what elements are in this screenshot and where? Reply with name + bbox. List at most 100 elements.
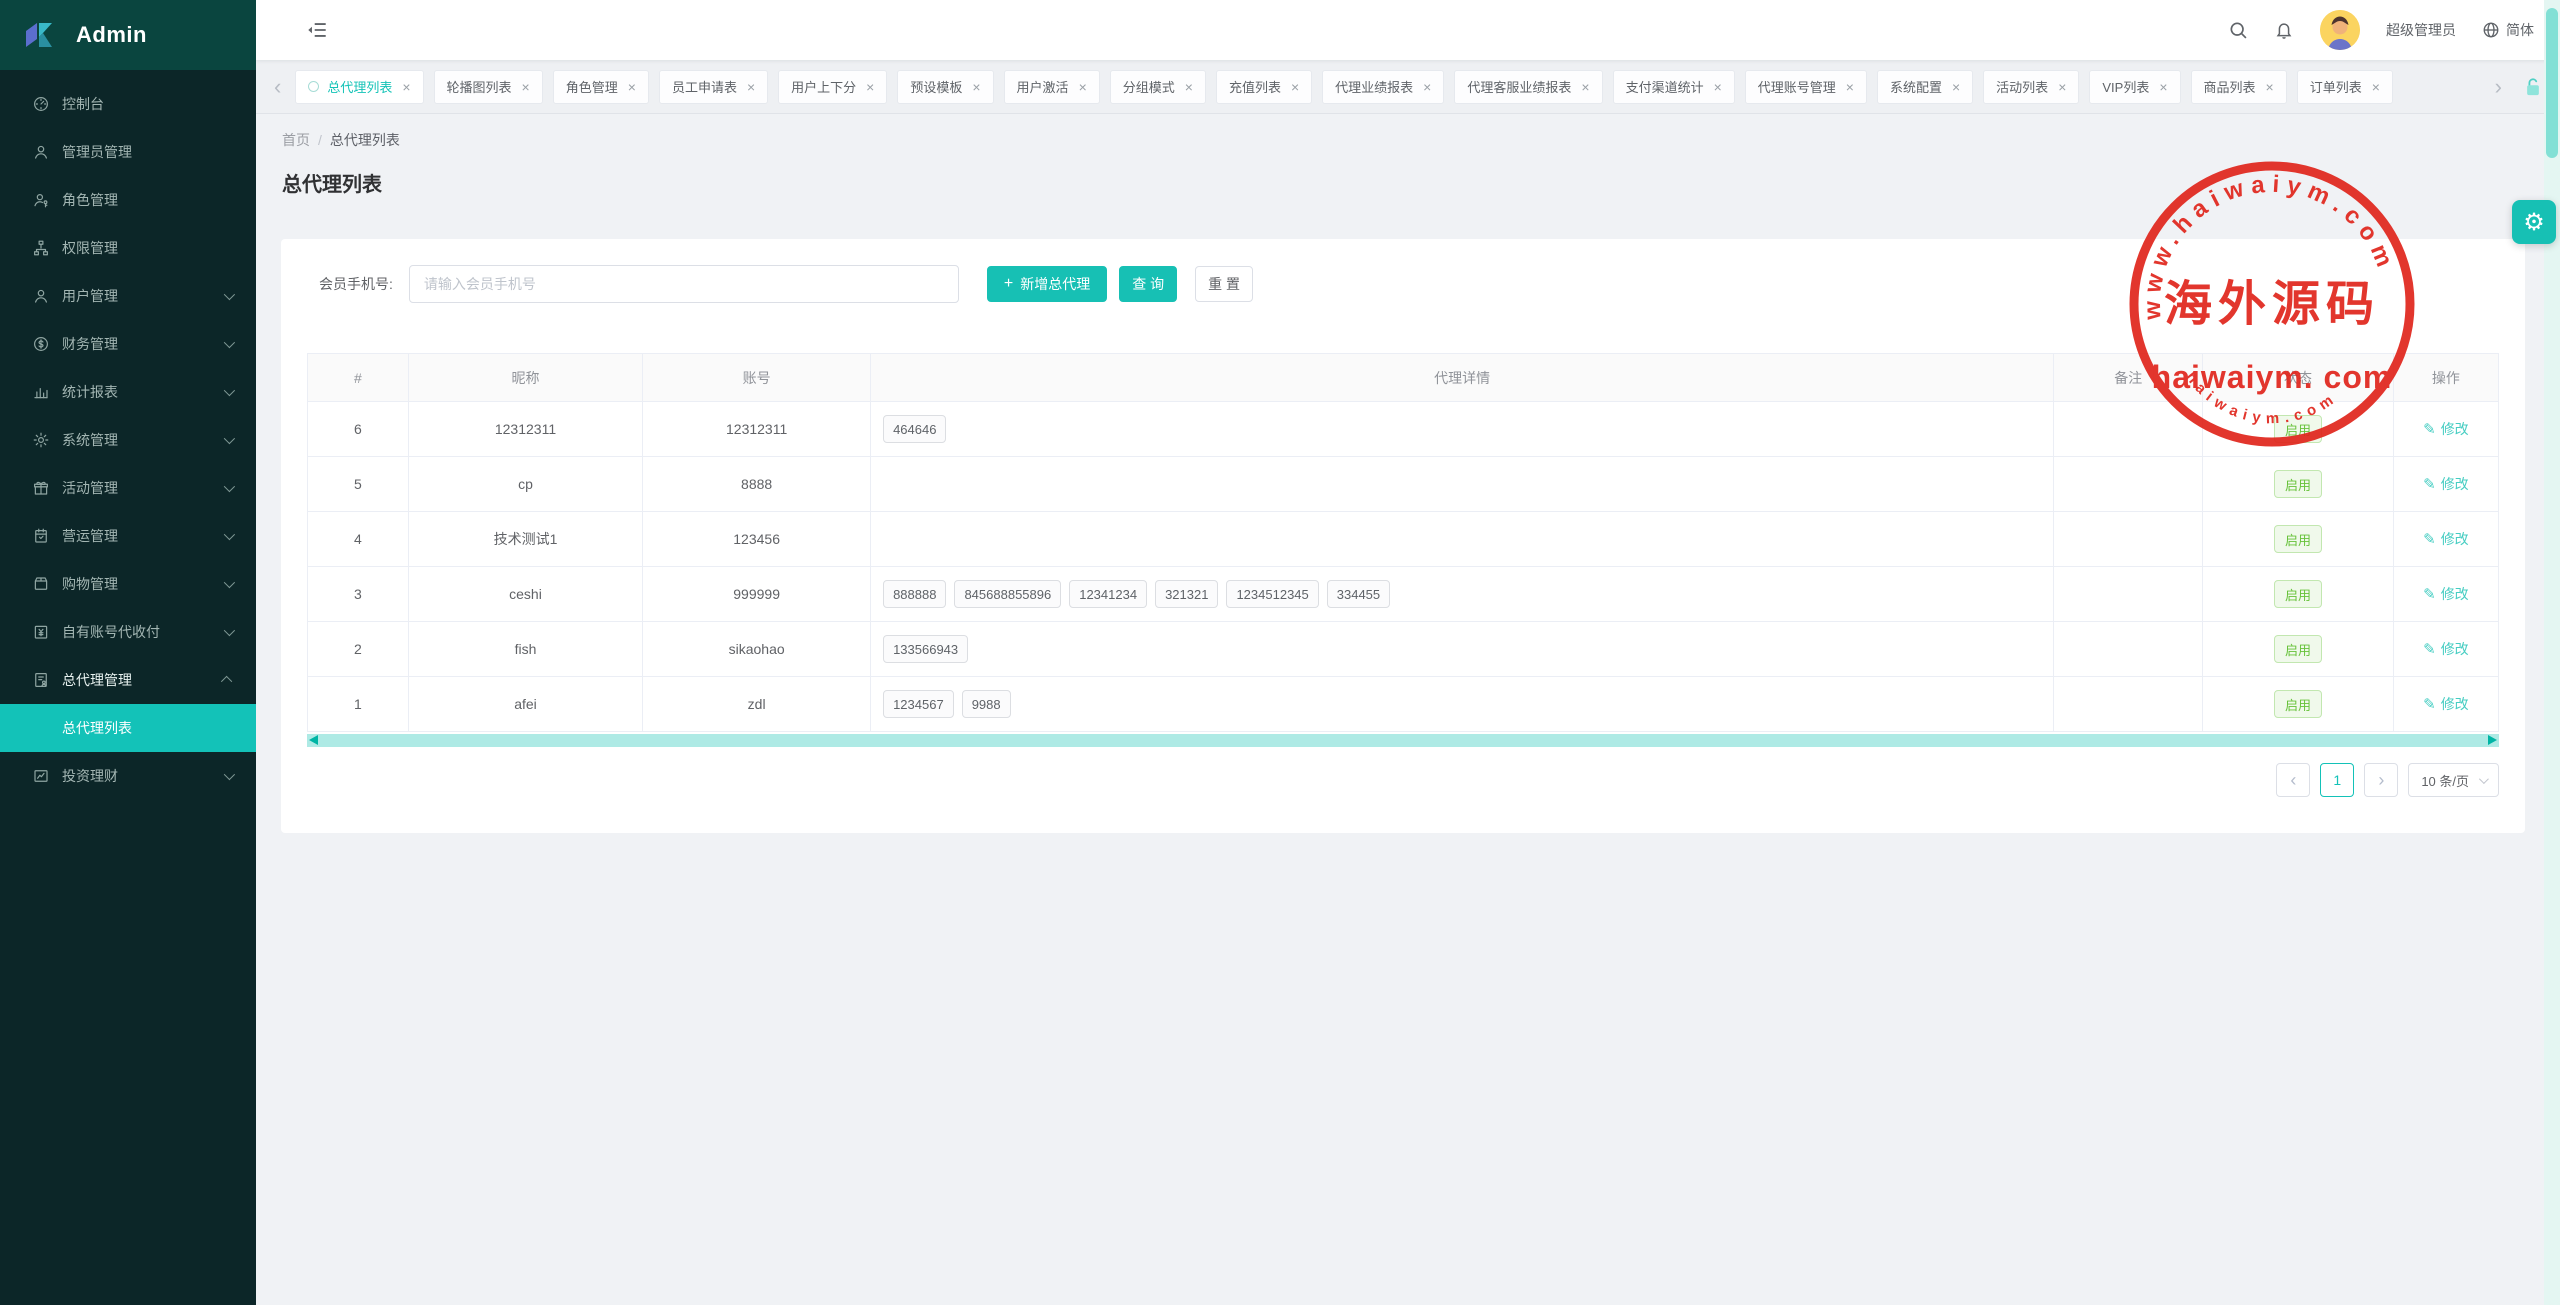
sidebar-subitem[interactable]: 总代理列表 <box>0 704 256 752</box>
sidebar-item-2[interactable]: 角色管理 <box>0 176 256 224</box>
language-switcher[interactable]: 简体 <box>2482 20 2534 40</box>
role-icon <box>32 191 50 209</box>
add-agent-button[interactable]: + 新增总代理 <box>987 266 1107 302</box>
sidebar: Admin 控制台管理员管理角色管理权限管理用户管理财务管理统计报表系统管理活动… <box>0 0 256 1305</box>
tab-15[interactable]: VIP列表× <box>2089 70 2180 104</box>
search-icon[interactable] <box>2228 20 2248 40</box>
close-icon[interactable]: × <box>1952 80 1960 94</box>
sidebar-item-11[interactable]: 自有账号代收付 <box>0 608 256 656</box>
avatar[interactable] <box>2320 10 2360 50</box>
operation-icon <box>32 527 50 545</box>
vertical-scrollbar[interactable] <box>2544 0 2560 1305</box>
sidebar-item-12[interactable]: 总代理管理 <box>0 656 256 704</box>
close-icon[interactable]: × <box>2266 80 2274 94</box>
settings-gear-button[interactable]: ⚙ <box>2512 200 2556 244</box>
bell-icon[interactable] <box>2274 20 2294 40</box>
close-icon[interactable]: × <box>1846 80 1854 94</box>
status-badge: 启用 <box>2274 415 2322 443</box>
reset-button[interactable]: 重 置 <box>1195 266 1253 302</box>
tab-7[interactable]: 分组模式× <box>1110 70 1206 104</box>
page-size-select[interactable]: 10 条/页 <box>2408 763 2499 797</box>
close-icon[interactable]: × <box>747 80 755 94</box>
edit-button[interactable]: ✎修改 <box>2423 529 2469 549</box>
sidebar-item-0[interactable]: 控制台 <box>0 80 256 128</box>
sidebar-item-9[interactable]: 营运管理 <box>0 512 256 560</box>
tab-9[interactable]: 代理业绩报表× <box>1322 70 1444 104</box>
member-phone-input[interactable] <box>409 265 959 303</box>
tab-4[interactable]: 用户上下分× <box>778 70 887 104</box>
search-button[interactable]: 查 询 <box>1119 266 1177 302</box>
status-badge: 启用 <box>2274 470 2322 498</box>
tab-2[interactable]: 角色管理× <box>553 70 649 104</box>
close-icon[interactable]: × <box>628 80 636 94</box>
close-icon[interactable]: × <box>866 80 874 94</box>
tab-1[interactable]: 轮播图列表× <box>434 70 543 104</box>
pagination-prev-button[interactable]: ‹ <box>2276 763 2310 797</box>
tab-8[interactable]: 充值列表× <box>1216 70 1312 104</box>
tab-6[interactable]: 用户激活 × <box>1004 70 1100 104</box>
tab-label: 用户激活 <box>1017 77 1069 96</box>
agent-tag: 888888 <box>883 580 946 608</box>
tab-0[interactable]: 总代理列表× <box>295 70 423 104</box>
tab-17[interactable]: 订单列表× <box>2297 70 2393 104</box>
table-row: 4技术测试1123456启用✎修改 <box>308 512 2499 567</box>
tab-11[interactable]: 支付渠道统计× <box>1613 70 1735 104</box>
cell-status: 启用 <box>2203 622 2394 677</box>
close-icon[interactable]: × <box>2159 80 2167 94</box>
edit-button[interactable]: ✎修改 <box>2423 694 2469 714</box>
pagination-next-button[interactable]: › <box>2364 763 2398 797</box>
sidebar-item-8[interactable]: 活动管理 <box>0 464 256 512</box>
tabs-scroll-left-icon[interactable]: ‹ <box>270 76 285 98</box>
cell-status: 启用 <box>2203 567 2394 622</box>
breadcrumb-home[interactable]: 首页 <box>282 130 310 150</box>
close-icon[interactable]: × <box>1581 80 1589 94</box>
close-icon[interactable]: × <box>1079 80 1087 94</box>
tabs-scroll-right-icon[interactable]: › <box>2491 76 2506 98</box>
edit-button[interactable]: ✎修改 <box>2423 419 2469 439</box>
sidebar-item-5[interactable]: 财务管理 <box>0 320 256 368</box>
tab-10[interactable]: 代理客服业绩报表× <box>1454 70 1602 104</box>
pagination-page-1-button[interactable]: 1 <box>2320 763 2354 797</box>
collapse-menu-icon[interactable] <box>306 19 328 41</box>
close-icon[interactable]: × <box>402 80 410 94</box>
tab-3[interactable]: 员工申请表× <box>659 70 768 104</box>
tab-14[interactable]: 活动列表× <box>1983 70 2079 104</box>
sidebar-item-10[interactable]: 购物管理 <box>0 560 256 608</box>
sidebar-item-4[interactable]: 用户管理 <box>0 272 256 320</box>
close-icon[interactable]: × <box>1185 80 1193 94</box>
tab-16[interactable]: 商品列表 × <box>2191 70 2287 104</box>
agent-tag: 12341234 <box>1069 580 1147 608</box>
scroll-right-arrow-icon[interactable] <box>2488 735 2497 745</box>
close-icon[interactable]: × <box>2058 80 2066 94</box>
sidebar-item-1[interactable]: 管理员管理 <box>0 128 256 176</box>
close-icon[interactable]: × <box>1423 80 1431 94</box>
topbar-right: 超级管理员 简体 <box>2228 10 2534 50</box>
sidebar-item-7[interactable]: 系统管理 <box>0 416 256 464</box>
edit-button[interactable]: ✎修改 <box>2423 584 2469 604</box>
horizontal-scrollbar[interactable] <box>307 734 2499 747</box>
sidebar-item-3[interactable]: 权限管理 <box>0 224 256 272</box>
close-icon[interactable]: × <box>972 80 980 94</box>
sidebar-item-6[interactable]: 统计报表 <box>0 368 256 416</box>
filter-bar: 会员手机号: + 新增总代理 查 询 重 置 <box>319 265 2499 303</box>
close-icon[interactable]: × <box>522 80 530 94</box>
cell-remark <box>2054 677 2203 732</box>
status-badge: 启用 <box>2274 635 2322 663</box>
close-icon[interactable]: × <box>2372 80 2380 94</box>
cell-action: ✎修改 <box>2393 512 2498 567</box>
close-icon[interactable]: × <box>1714 80 1722 94</box>
tab-13[interactable]: 系统配置× <box>1877 70 1973 104</box>
edit-button[interactable]: ✎修改 <box>2423 474 2469 494</box>
edit-button[interactable]: ✎修改 <box>2423 639 2469 659</box>
pencil-icon: ✎ <box>2423 475 2436 493</box>
chevron-down-icon <box>224 481 235 492</box>
scroll-left-arrow-icon[interactable] <box>309 735 318 745</box>
tab-12[interactable]: 代理账号管理× <box>1745 70 1867 104</box>
tab-5[interactable]: 预设模板× <box>897 70 993 104</box>
scrollbar-thumb[interactable] <box>2546 8 2558 158</box>
tab-label: 商品列表 <box>2204 77 2256 96</box>
close-icon[interactable]: × <box>1291 80 1299 94</box>
sidebar-item-label: 管理员管理 <box>62 142 232 162</box>
sidebar-item-13[interactable]: 投资理财 <box>0 752 256 800</box>
current-user-name[interactable]: 超级管理员 <box>2386 20 2456 40</box>
